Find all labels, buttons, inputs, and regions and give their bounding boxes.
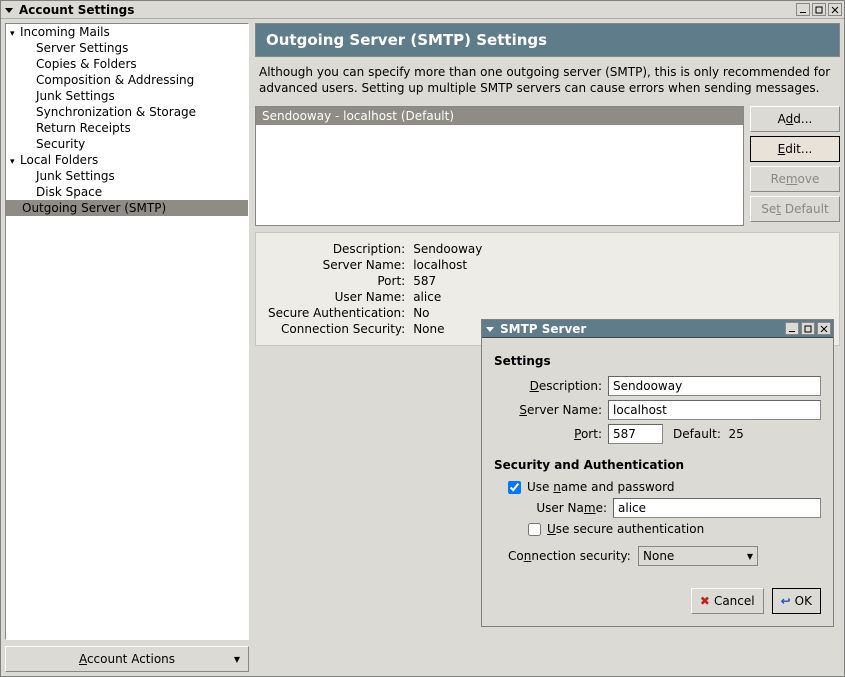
- dialog-button-row: ✖ Cancel ↩ OK: [482, 580, 833, 626]
- window-title: Account Settings: [19, 3, 134, 17]
- set-default-button: Set Default: [750, 196, 840, 222]
- label-description: Description:: [508, 379, 608, 393]
- label-user-name: User Name:: [528, 501, 613, 515]
- dialog-title: SMTP Server: [500, 322, 586, 336]
- conn-sec-value: None: [643, 549, 674, 563]
- window-titlebar: Account Settings: [1, 1, 844, 19]
- value-description: Sendooway: [409, 241, 486, 257]
- maximize-icon[interactable]: [801, 322, 815, 335]
- chevron-down-icon: ▾: [10, 29, 20, 39]
- ok-label: OK: [795, 594, 812, 608]
- value-user-name: alice: [409, 289, 486, 305]
- close-icon[interactable]: [817, 322, 831, 335]
- maximize-icon[interactable]: [812, 3, 826, 16]
- label-secure-auth: Secure Authentication:: [264, 305, 409, 321]
- section-security: Security and Authentication: [494, 458, 821, 472]
- smtp-list-buttons: Add... Edit... Remove Set Default: [750, 106, 840, 226]
- chevron-down-icon: ▼: [747, 552, 753, 561]
- label-server-name: Server Name:: [508, 403, 608, 417]
- row-port: Port: Default: 25: [508, 424, 821, 444]
- label-port: Port:: [508, 427, 608, 441]
- edit-button[interactable]: Edit...: [750, 136, 840, 162]
- tree-item-composition[interactable]: Composition & Addressing: [6, 72, 248, 88]
- conn-sec-select[interactable]: None ▼: [638, 546, 758, 566]
- account-actions-button[interactable]: Account Actions ▼: [5, 646, 249, 672]
- use-secure-auth-checkbox[interactable]: [528, 523, 541, 536]
- row-conn-sec: Connection security: None ▼: [508, 546, 821, 566]
- remove-button: Remove: [750, 166, 840, 192]
- value-secure-auth: No: [409, 305, 486, 321]
- label-conn-sec: Connection Security:: [264, 321, 409, 337]
- tree-item-disk-space[interactable]: Disk Space: [6, 184, 248, 200]
- row-description: Description:: [508, 376, 821, 396]
- chevron-down-icon: ▼: [234, 655, 240, 664]
- tree-group-incoming[interactable]: ▾Incoming Mails: [6, 24, 248, 40]
- smtp-server-dialog: SMTP Server Settings Description: Server…: [481, 319, 834, 627]
- minimize-icon[interactable]: [796, 3, 810, 16]
- use-name-pwd-checkbox[interactable]: [508, 481, 521, 494]
- page-description: Although you can specify more than one o…: [255, 63, 840, 100]
- tree-group-local-folders[interactable]: ▾Local Folders: [6, 152, 248, 168]
- add-button[interactable]: Add...: [750, 106, 840, 132]
- description-field[interactable]: [608, 376, 821, 396]
- smtp-list-block: Sendooway - localhost (Default) Add... E…: [255, 106, 840, 226]
- close-icon[interactable]: [828, 3, 842, 16]
- port-field[interactable]: [608, 424, 663, 444]
- value-conn-sec: None: [409, 321, 486, 337]
- label-description: Description:: [264, 241, 409, 257]
- user-name-field[interactable]: [613, 498, 821, 518]
- label-port: Port:: [264, 273, 409, 289]
- page-title: Outgoing Server (SMTP) Settings: [255, 23, 840, 57]
- server-name-field[interactable]: [608, 400, 821, 420]
- row-secure-auth: Use secure authentication: [528, 522, 821, 536]
- dialog-titlebar[interactable]: SMTP Server: [482, 320, 833, 338]
- minimize-icon[interactable]: [785, 322, 799, 335]
- tree-item-server-settings[interactable]: Server Settings: [6, 40, 248, 56]
- ok-icon: ↩: [781, 594, 791, 608]
- tree-item-security[interactable]: Security: [6, 136, 248, 152]
- value-server-name: localhost: [409, 257, 486, 273]
- tree-item-return-receipts[interactable]: Return Receipts: [6, 120, 248, 136]
- label-user-name: User Name:: [264, 289, 409, 305]
- label-secure-auth: Use secure authentication: [547, 522, 704, 536]
- window-menu-icon[interactable]: [484, 323, 496, 335]
- cancel-icon: ✖: [700, 594, 710, 608]
- default-port-label: Default: 25: [673, 427, 744, 441]
- tree-item-junk-2[interactable]: Junk Settings: [6, 168, 248, 184]
- account-tree[interactable]: ▾Incoming Mails Server Settings Copies &…: [5, 23, 249, 640]
- dialog-body: Settings Description: Server Name: Port:…: [482, 338, 833, 580]
- row-use-name-pwd: Use name and password: [508, 480, 821, 494]
- list-item[interactable]: Sendooway - localhost (Default): [256, 107, 743, 125]
- tree-item-copies-folders[interactable]: Copies & Folders: [6, 56, 248, 72]
- window-menu-icon[interactable]: [3, 4, 15, 16]
- section-settings: Settings: [494, 354, 821, 368]
- smtp-server-list[interactable]: Sendooway - localhost (Default): [255, 106, 744, 226]
- value-port: 587: [409, 273, 486, 289]
- tree-item-outgoing-smtp[interactable]: Outgoing Server (SMTP): [6, 200, 248, 216]
- cancel-button[interactable]: ✖ Cancel: [691, 588, 764, 614]
- cancel-label: Cancel: [714, 594, 755, 608]
- label-server-name: Server Name:: [264, 257, 409, 273]
- tree-item-sync-storage[interactable]: Synchronization & Storage: [6, 104, 248, 120]
- label-use-name-pwd: Use name and password: [527, 480, 674, 494]
- account-actions-label: ccount Actions: [87, 652, 175, 666]
- sidebar: ▾Incoming Mails Server Settings Copies &…: [5, 23, 249, 672]
- row-user-name: User Name:: [528, 498, 821, 518]
- chevron-down-icon: ▾: [10, 157, 20, 167]
- tree-item-junk-1[interactable]: Junk Settings: [6, 88, 248, 104]
- label-conn-sec: Connection security:: [508, 549, 638, 563]
- row-server-name: Server Name:: [508, 400, 821, 420]
- ok-button[interactable]: ↩ OK: [772, 588, 821, 614]
